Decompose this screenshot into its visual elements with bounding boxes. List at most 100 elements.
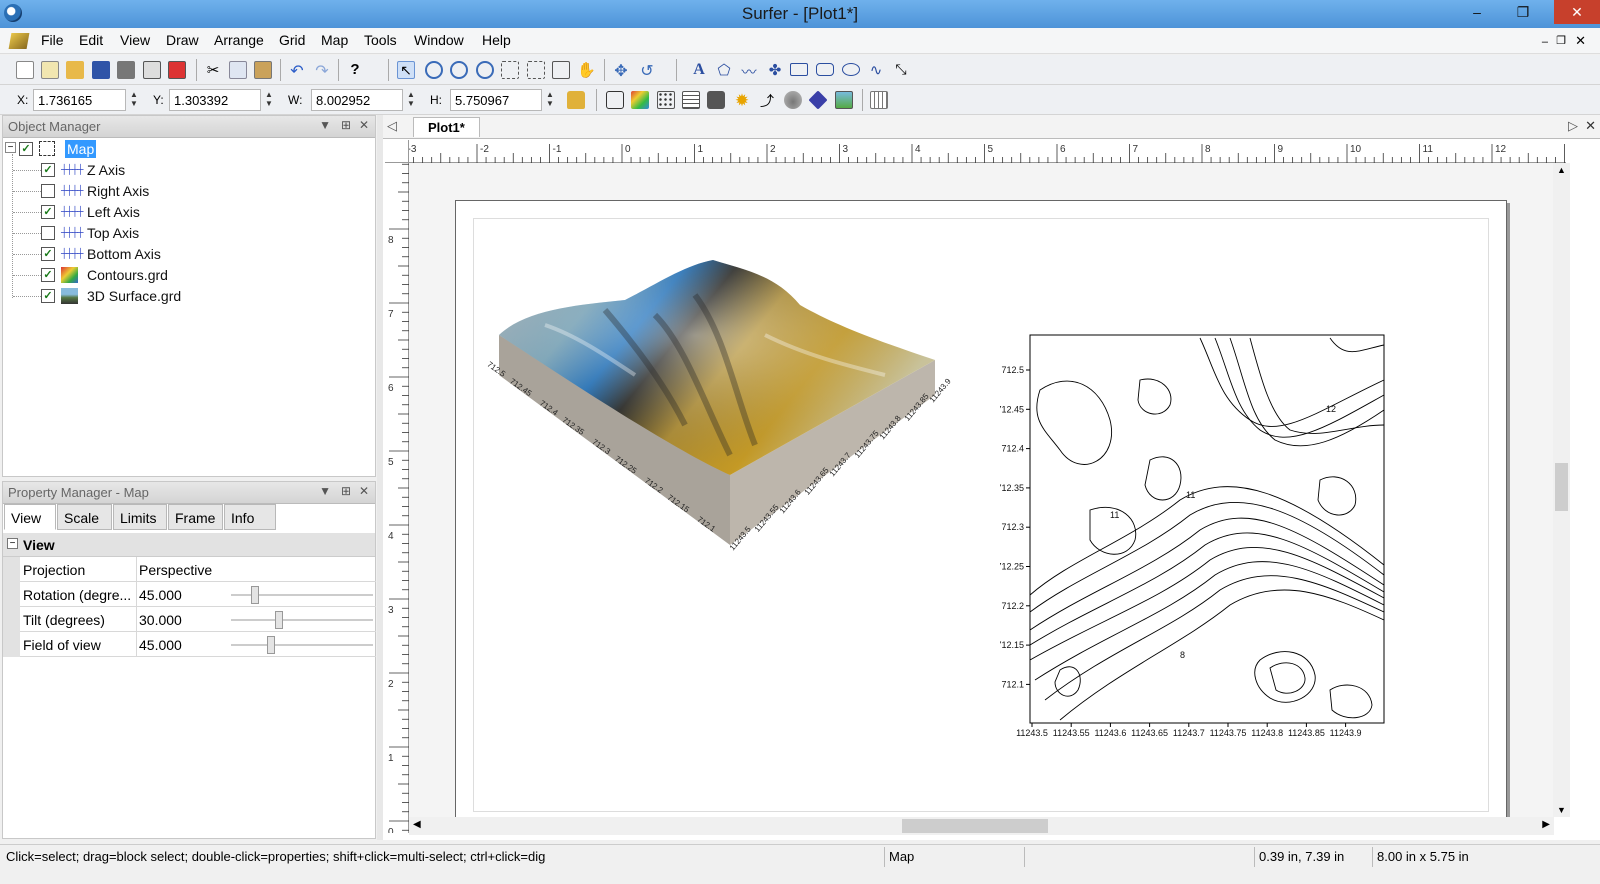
tree-item[interactable]: ✓ 3D Surface.grd [13, 286, 359, 306]
shaded-relief-icon[interactable]: ✹ [733, 91, 751, 110]
tab-scroll-left-icon[interactable]: ◁ [387, 118, 397, 134]
horizontal-scroll-thumb[interactable] [902, 819, 1048, 833]
panel-close-icon[interactable]: ✕ [359, 118, 369, 132]
menu-help[interactable]: Help [482, 32, 511, 48]
slider-thumb[interactable] [275, 611, 284, 629]
tab-frame[interactable]: Frame [168, 504, 223, 530]
section-collapse-icon[interactable]: − [7, 538, 18, 549]
x-field[interactable]: 1.736165 [33, 89, 126, 111]
rotate-icon[interactable]: ↺ [638, 61, 656, 80]
scroll-right-icon[interactable]: ▶ [1542, 819, 1550, 830]
mdi-restore-icon[interactable]: ❐ [1556, 34, 1566, 47]
tree-item[interactable]: ✓ Map [19, 139, 359, 159]
vertical-scroll-thumb[interactable] [1555, 463, 1568, 511]
undo-icon[interactable]: ↶ [288, 61, 306, 80]
mdi-close-icon[interactable]: ✕ [1575, 33, 1586, 49]
zoom-page-icon[interactable] [552, 61, 570, 79]
h-field[interactable]: 5.750967 [450, 89, 542, 111]
add-axis-icon[interactable] [870, 91, 888, 109]
visibility-checkbox[interactable]: ✓ [41, 268, 55, 282]
property-field-of-view[interactable]: Field of view 45.000 [20, 632, 376, 657]
scroll-left-icon[interactable]: ◀ [413, 819, 421, 830]
property-rotation[interactable]: Rotation (degre... 45.000 [20, 582, 376, 607]
contour-map-icon[interactable] [631, 91, 649, 109]
section-view-header[interactable]: − View [3, 533, 375, 557]
open-icon[interactable] [66, 61, 84, 79]
mdi-minimize-icon[interactable]: – [1542, 36, 1548, 48]
close-button[interactable]: ✕ [1554, 0, 1600, 24]
horizontal-scrollbar[interactable]: ◀ ▶ [409, 817, 1554, 835]
text-tool-icon[interactable]: A [690, 61, 708, 79]
new-worksheet-icon[interactable] [41, 61, 59, 79]
reshape-tool-icon[interactable]: ⤡ [892, 61, 910, 79]
menu-window[interactable]: Window [414, 32, 464, 48]
tree-item[interactable]: ✓ ┼┼┼┼ Z Axis [13, 160, 359, 180]
y-spinner[interactable]: ▲ ▼ [263, 90, 275, 110]
lock-aspect-icon[interactable] [567, 91, 585, 109]
ellipse-tool-icon[interactable] [842, 63, 860, 76]
contour-map[interactable]: 712.5 712.45 712.4 712.35 712.3 712.25 712.2 71… [1000, 330, 1400, 750]
scroll-down-icon[interactable]: ▼ [1557, 805, 1566, 815]
rectangle-tool-icon[interactable] [790, 63, 808, 76]
redo-icon[interactable]: ↷ [313, 61, 331, 80]
menu-edit[interactable]: Edit [79, 32, 103, 48]
menu-file[interactable]: File [41, 32, 64, 48]
menu-grid[interactable]: Grid [279, 32, 305, 48]
visibility-checkbox[interactable]: ✓ [19, 142, 33, 156]
zoom-rectangle-icon[interactable] [501, 61, 519, 79]
tab-info[interactable]: Info [224, 504, 276, 530]
paste-icon[interactable] [254, 61, 272, 79]
property-value[interactable]: Perspective [139, 562, 212, 578]
w-field[interactable]: 8.002952 [311, 89, 403, 111]
new-icon[interactable] [16, 61, 34, 79]
zoom-out-icon[interactable] [450, 61, 468, 79]
3d-surface-map[interactable]: 712.1712.15712.2712.25712.3712.35712.471… [485, 255, 955, 575]
3d-surface-icon[interactable] [835, 91, 853, 109]
property-value[interactable]: 30.000 [139, 612, 182, 628]
cut-icon[interactable]: ✂ [204, 61, 222, 79]
vertical-scrollbar[interactable]: ▲ ▼ [1553, 163, 1570, 817]
vector-map-icon[interactable]: ⤴ [758, 91, 776, 109]
tree-item[interactable]: ┼┼┼┼ Right Axis [13, 181, 359, 201]
tab-plot1[interactable]: Plot1* [413, 117, 480, 137]
save-icon[interactable] [92, 61, 110, 79]
visibility-checkbox[interactable]: ✓ [41, 205, 55, 219]
base-map-icon[interactable] [606, 91, 624, 109]
export-pdf-icon[interactable] [168, 61, 186, 79]
h-spinner[interactable]: ▲ ▼ [544, 90, 556, 110]
scroll-up-icon[interactable]: ▲ [1557, 165, 1566, 175]
property-value[interactable]: 45.000 [139, 587, 182, 603]
tab-view[interactable]: View [4, 504, 56, 530]
zoom-in-icon[interactable] [425, 61, 443, 79]
pin-icon[interactable]: ⊞ [341, 484, 351, 498]
surface-map-icon[interactable] [808, 90, 828, 110]
select-pointer-icon[interactable]: ↖ [397, 61, 415, 79]
tilt-slider[interactable] [231, 611, 373, 629]
minimize-button[interactable]: – [1462, 0, 1492, 24]
visibility-checkbox[interactable] [41, 184, 55, 198]
dropdown-icon[interactable]: ▼ [319, 484, 331, 498]
pan-hand-icon[interactable]: ✋ [577, 61, 596, 79]
panel-close-icon[interactable]: ✕ [359, 484, 369, 498]
tab-scale[interactable]: Scale [57, 504, 112, 530]
slider-thumb[interactable] [251, 586, 260, 604]
image-map-icon[interactable] [707, 91, 725, 109]
property-tilt[interactable]: Tilt (degrees) 30.000 [20, 607, 376, 632]
property-value[interactable]: 45.000 [139, 637, 182, 653]
context-help-icon[interactable]: ? [346, 61, 364, 79]
rotation-slider[interactable] [231, 586, 373, 604]
restore-button[interactable]: ❐ [1508, 0, 1538, 24]
w-spinner[interactable]: ▲ ▼ [405, 90, 417, 110]
post-map-icon[interactable] [657, 91, 675, 109]
dropdown-icon[interactable]: ▼ [319, 118, 331, 132]
pin-icon[interactable]: ⊞ [341, 118, 351, 132]
tree-item[interactable]: ✓ ┼┼┼┼ Bottom Axis [13, 244, 359, 264]
symbol-tool-icon[interactable]: ✤ [766, 61, 784, 79]
wireframe-icon[interactable] [784, 91, 802, 109]
visibility-checkbox[interactable]: ✓ [41, 247, 55, 261]
tab-scroll-right-icon[interactable]: ▷ [1568, 118, 1578, 134]
tab-limits[interactable]: Limits [113, 504, 167, 530]
menu-arrange[interactable]: Arrange [214, 32, 264, 48]
rounded-rectangle-tool-icon[interactable] [816, 63, 834, 76]
menu-map[interactable]: Map [321, 32, 348, 48]
